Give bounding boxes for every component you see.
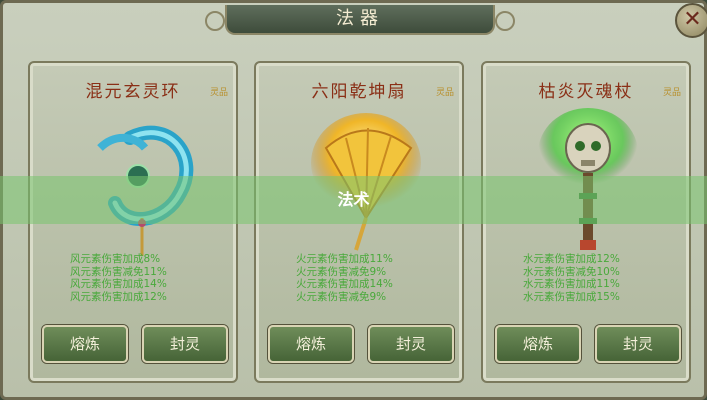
stat-line: 风元素伤害减免11%: [70, 265, 167, 278]
close-icon[interactable]: ✕: [675, 3, 707, 38]
stat-line: 火元素伤害加成14%: [296, 278, 393, 290]
stat-line: 火元素伤害减免9%: [296, 290, 387, 303]
quality-tag: 灵品: [662, 88, 681, 98]
artifact-name: 混元玄灵环: [85, 82, 181, 102]
seal-button[interactable]: 封灵: [368, 325, 454, 363]
stat-line: 水元素伤害加成12%: [523, 253, 620, 265]
spell-overlay-banner[interactable]: 法术: [0, 176, 707, 224]
stat-line: 火元素伤害加成11%: [296, 253, 393, 265]
stat-list: 水元素伤害加成12% 水元素伤害减免10% 水元素伤害加成11% 水元素伤害加成…: [523, 253, 683, 303]
smelt-button[interactable]: 熔炼: [495, 325, 581, 363]
stat-list: 火元素伤害加成11% 火元素伤害减免9% 火元素伤害加成14% 火元素伤害减免9…: [296, 253, 456, 303]
quality-tag: 灵品: [435, 88, 454, 98]
seal-button[interactable]: 封灵: [595, 325, 681, 363]
quality-tag: 灵品: [209, 88, 228, 98]
smelt-button[interactable]: 熔炼: [268, 325, 354, 363]
stat-list: 风元素伤害加成8% 风元素伤害减免11% 风元素伤害加成14% 风元素伤害加成1…: [70, 253, 230, 303]
stat-line: 水元素伤害加成11%: [523, 278, 620, 290]
window-title: 法器: [205, 5, 515, 35]
stat-line: 水元素伤害加成15%: [523, 290, 620, 303]
stat-line: 风元素伤害加成8%: [70, 253, 161, 265]
stat-line: 风元素伤害加成14%: [70, 278, 167, 290]
artifact-name: 枯炎灭魂杖: [538, 82, 634, 102]
stat-line: 水元素伤害减免10%: [523, 265, 620, 278]
stat-line: 火元素伤害减免9%: [296, 265, 387, 278]
artifact-name: 六阳乾坤扇: [311, 82, 407, 102]
smelt-button[interactable]: 熔炼: [42, 325, 128, 363]
stat-line: 风元素伤害加成12%: [70, 290, 167, 303]
seal-button[interactable]: 封灵: [142, 325, 228, 363]
